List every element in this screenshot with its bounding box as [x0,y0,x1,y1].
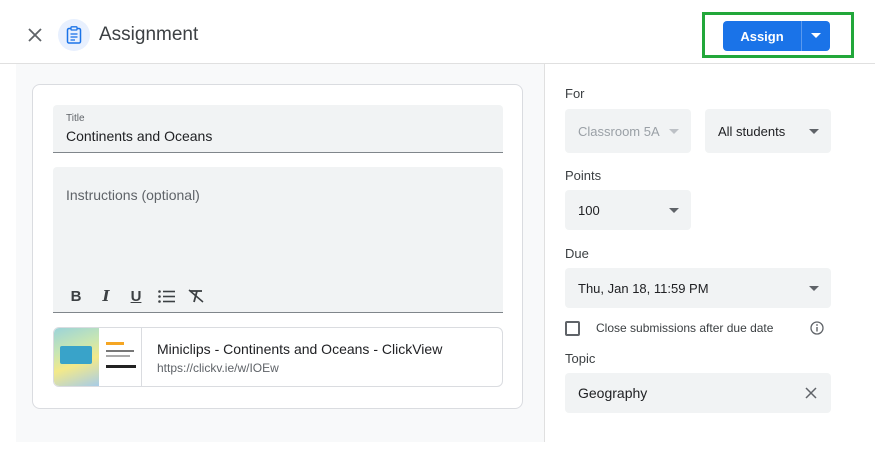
assignment-icon [66,26,82,44]
assign-options-button[interactable] [802,21,830,51]
due-date-value: Thu, Jan 18, 11:59 PM [578,280,709,296]
due-label: Due [565,246,589,261]
clear-formatting-button[interactable] [181,285,211,307]
chevron-down-icon [809,129,819,134]
points-select[interactable]: 100 [565,190,691,230]
underline-button[interactable]: U [121,285,151,307]
title-label: Title [66,113,85,124]
clear-formatting-icon [188,289,204,303]
instructions-input[interactable]: Instructions (optional) [66,187,200,203]
close-icon [28,28,42,42]
clear-topic-button[interactable] [803,385,819,401]
attachment-thumbnail [54,328,142,386]
assign-button[interactable]: Assign [723,21,801,51]
italic-button[interactable]: I [91,285,121,307]
class-select[interactable]: Classroom 5A [565,109,691,153]
chevron-down-icon [669,129,679,134]
topic-select[interactable]: Geography [565,373,831,413]
topic-label: Topic [565,351,596,366]
due-date-select[interactable]: Thu, Jan 18, 11:59 PM [565,268,831,308]
points-label: Points [565,168,602,183]
assignment-icon-badge [58,19,90,51]
attachment-title: Miniclips - Continents and Oceans - Clic… [157,341,443,357]
students-select-value: All students [718,123,786,139]
info-icon[interactable] [810,321,824,335]
settings-pane: For Classroom 5A All students Points 100… [544,64,875,442]
close-submissions-checkbox[interactable] [565,321,580,336]
formatting-toolbar: B I U [61,285,211,307]
assignment-card: Title Continents and Oceans Instructions… [32,84,523,409]
bold-button[interactable]: B [61,285,91,307]
attachment-card[interactable]: Miniclips - Continents and Oceans - Clic… [53,327,503,387]
title-field[interactable]: Title Continents and Oceans [53,105,503,153]
main-pane: Title Continents and Oceans Instructions… [16,64,544,442]
instructions-field[interactable]: Instructions (optional) B I U [53,167,503,313]
for-label: For [565,86,585,101]
chevron-down-icon [809,286,819,291]
topic-value: Geography [578,385,648,401]
close-button[interactable] [22,22,48,48]
students-select[interactable]: All students [705,109,831,153]
close-submissions-label: Close submissions after due date [596,321,774,335]
chevron-down-icon [811,33,821,38]
clear-icon [805,387,817,399]
bulleted-list-icon [157,289,175,303]
title-input[interactable]: Continents and Oceans [66,128,212,144]
bulleted-list-button[interactable] [151,285,181,307]
assign-split-button: Assign [723,21,830,51]
app-header: Assignment Assign [0,0,875,64]
class-select-value: Classroom 5A [578,123,660,139]
chevron-down-icon [669,208,679,213]
attachment-url: https://clickv.ie/w/IOEw [157,361,279,375]
points-select-value: 100 [578,202,600,218]
page-title: Assignment [99,24,199,45]
